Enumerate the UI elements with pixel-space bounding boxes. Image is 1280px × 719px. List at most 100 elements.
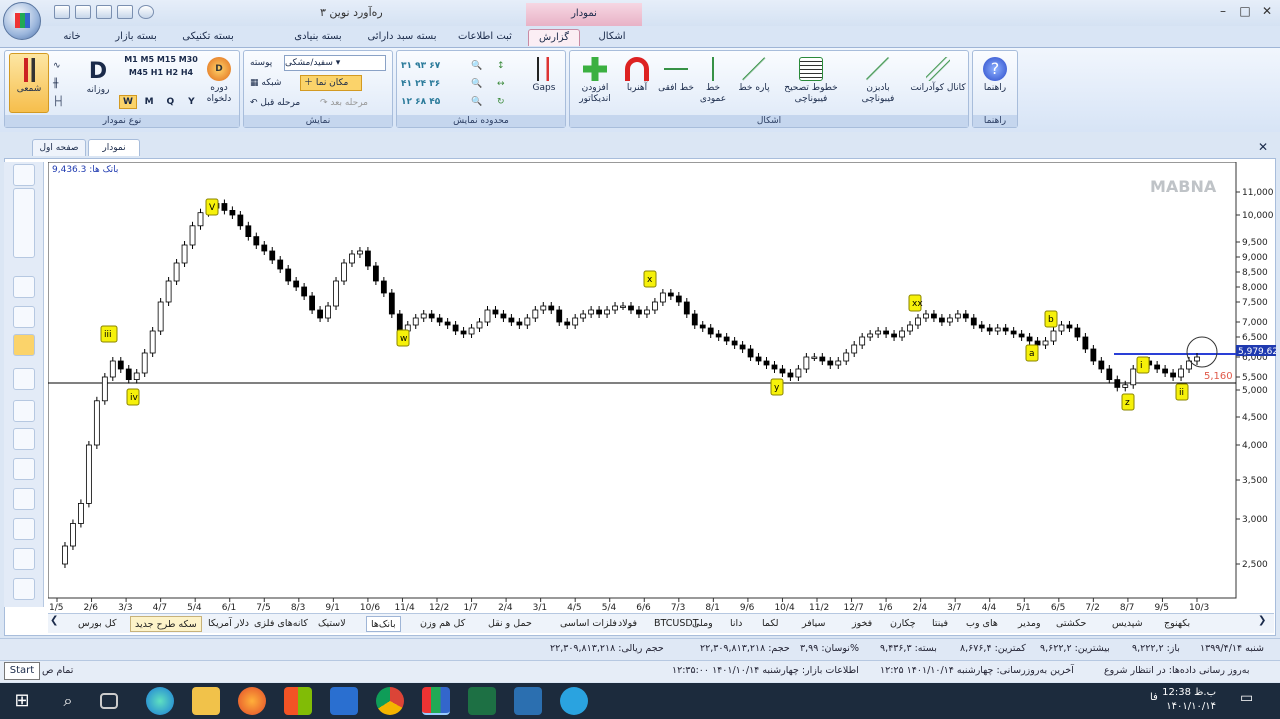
scroll-right-icon[interactable]: ❯ [1258, 615, 1266, 626]
pointer-icon[interactable] [13, 306, 35, 328]
gaps-button[interactable]: Gaps [525, 57, 563, 94]
line-segment-button[interactable]: پاره خط [734, 57, 774, 94]
symbol-tab[interactable]: ومدیر [1014, 616, 1045, 632]
save-icon[interactable] [54, 5, 70, 19]
notification-icon[interactable]: ▭ [1240, 690, 1253, 706]
symbol-tab[interactable]: کانه‌های فلزی [250, 616, 312, 632]
symbol-tab[interactable]: سکه طرح جدید [130, 616, 202, 632]
fib-retracement-button[interactable]: خطوط تصحیح فیبوناچی [776, 57, 846, 105]
symbol-tab[interactable]: دانا [726, 616, 746, 632]
symbol-tab[interactable]: کل هم وزن [416, 616, 469, 632]
ellipse-tool-icon[interactable] [13, 458, 35, 480]
tab-market[interactable]: بسته بازار [106, 29, 166, 46]
theme-select[interactable]: سفید/مشکی ▾ [284, 55, 386, 71]
explorer-icon[interactable] [192, 687, 220, 715]
symbol-tab[interactable]: چکارن [886, 616, 920, 632]
range-zoom-buttons[interactable]: ۳۱ ۹۳ ۶۷ ۴۱ ۲۴ ۳۶ ۱۲ ۶۸ ۴۵ [401, 57, 463, 111]
store-icon[interactable] [284, 687, 312, 715]
crosshair-icon[interactable] [13, 334, 35, 356]
next-step-button[interactable]: ↷ مرحله بعد [320, 97, 368, 109]
symbol-tab[interactable]: فینتا [928, 616, 952, 632]
windows-start-icon[interactable]: ⊞ [8, 687, 36, 715]
period-buttons[interactable]: W M Q Y [119, 95, 203, 109]
tab-home[interactable]: خانه [52, 29, 92, 46]
settings-icon[interactable] [117, 5, 133, 19]
tab-technical[interactable]: بسته تکنیکی [172, 29, 244, 46]
channel-tool-icon[interactable] [13, 428, 35, 450]
symbol-tab[interactable]: فلزات اساسی [556, 616, 621, 632]
tab-fundamental[interactable]: بسته بنیادی [280, 29, 356, 46]
line-type-icons[interactable]: ∿ ╫ ├┤ [53, 57, 69, 111]
symbol-tab[interactable]: بکهنوج [1160, 616, 1194, 632]
daily-button[interactable]: D روزانه [81, 59, 115, 96]
symbol-tab[interactable]: لکما [758, 616, 783, 632]
symbol-tab[interactable]: حکشتی [1052, 616, 1090, 632]
maximize-icon[interactable]: □ [1238, 4, 1252, 18]
language-indicator[interactable]: فا [1150, 692, 1158, 703]
quadrant-channel-button[interactable]: کانال کوآدرانت [910, 57, 966, 94]
symbol-tab[interactable]: حمل و نقل [484, 616, 536, 632]
preview-icon[interactable] [96, 5, 112, 19]
search-icon[interactable]: ⌕ [54, 687, 82, 715]
symbol-tab[interactable]: کل بورس [74, 616, 120, 632]
heart-tool-icon[interactable] [13, 548, 35, 570]
doc-tab-chart[interactable]: نمودار [88, 139, 140, 156]
scroll-left-icon[interactable]: ❮ [50, 615, 58, 626]
symbol-tab[interactable]: فخوز [848, 616, 876, 632]
edge-icon[interactable] [146, 687, 174, 715]
tab-data-entry[interactable]: ثبت اطلاعات [448, 29, 522, 46]
horizontal-line-button[interactable]: خط افقی [658, 57, 694, 94]
minimize-icon[interactable]: – [1216, 4, 1230, 18]
zoom-slider[interactable] [13, 188, 35, 258]
symbol-tab[interactable]: سیافر [798, 616, 830, 632]
magnet-button[interactable]: آهنربا [618, 57, 656, 94]
period-week[interactable]: W [119, 95, 137, 109]
scroll-icons[interactable]: ↕ ↔ ↻ [497, 57, 521, 111]
help-button[interactable]: ? راهنما [975, 57, 1015, 94]
zoom-icons[interactable]: 🔍 🔍 🔍 [471, 57, 491, 111]
period-quarter[interactable]: Q [161, 96, 179, 108]
custom-period-button[interactable]: D دوره دلخواه [201, 57, 237, 105]
period-month[interactable]: M [140, 96, 158, 108]
dropdown-icon[interactable] [138, 5, 154, 19]
print-icon[interactable] [75, 5, 91, 19]
prev-step-button[interactable]: ↶ مرحله قبل [250, 97, 300, 109]
symbol-tab[interactable]: لاستیک [314, 616, 350, 632]
text-tool-icon[interactable] [13, 518, 35, 540]
period-year[interactable]: Y [182, 96, 200, 108]
pin-icon[interactable] [13, 164, 35, 186]
chrome-icon[interactable] [376, 687, 404, 715]
tab-portfolio[interactable]: بسته سبد دارائی [360, 29, 444, 46]
cursor-button[interactable]: ＋ مکان نما [300, 75, 362, 91]
symbol-tab[interactable]: BTCUSDT [650, 616, 703, 632]
price-chart[interactable]: MABNA باتک ها: 9,436.3 11,000 10,000 9,500… [48, 162, 1276, 612]
doc-tab-first-page[interactable]: صفحه اول [32, 139, 86, 156]
vertical-line-button[interactable]: خط عمودی [694, 57, 732, 105]
grid-toggle[interactable]: ▦ شبکه [250, 77, 281, 89]
line-tool-icon[interactable] [13, 368, 35, 390]
ray-tool-icon[interactable] [13, 400, 35, 422]
color-box-icon[interactable] [13, 276, 35, 298]
symbol-tab[interactable]: دلار آمریکا [204, 616, 253, 632]
export-tool-icon[interactable] [13, 578, 35, 600]
close-chart-icon[interactable]: ✕ [1258, 140, 1268, 154]
candle-button[interactable]: شمعی [9, 53, 49, 113]
task-view-icon[interactable] [100, 693, 118, 709]
symbol-tab[interactable]: بانک‌ها [366, 616, 401, 632]
app-menu-button[interactable] [3, 2, 41, 40]
excel-icon[interactable] [468, 687, 496, 715]
minute-periods[interactable]: M1 M5 M15 M30 M45 H1 H2 H4 [119, 53, 203, 79]
symbol-tab[interactable]: های وب [962, 616, 1002, 632]
telegram-icon[interactable] [560, 687, 588, 715]
add-indicator-button[interactable]: افزودن اندیکاتور [572, 57, 618, 105]
fib-fan-button[interactable]: بادبزن فیبوناچی [850, 57, 906, 105]
tab-shapes[interactable]: اشکال [588, 29, 636, 46]
rahavard-icon[interactable] [422, 687, 450, 715]
vscode-icon[interactable] [514, 687, 542, 715]
close-icon[interactable]: ✕ [1260, 4, 1274, 18]
mail-icon[interactable] [330, 687, 358, 715]
symbol-tab[interactable]: شپدیس [1108, 616, 1147, 632]
firefox-icon[interactable] [238, 687, 266, 715]
tab-report[interactable]: گزارش [528, 29, 580, 46]
fib-tool-icon[interactable] [13, 488, 35, 510]
